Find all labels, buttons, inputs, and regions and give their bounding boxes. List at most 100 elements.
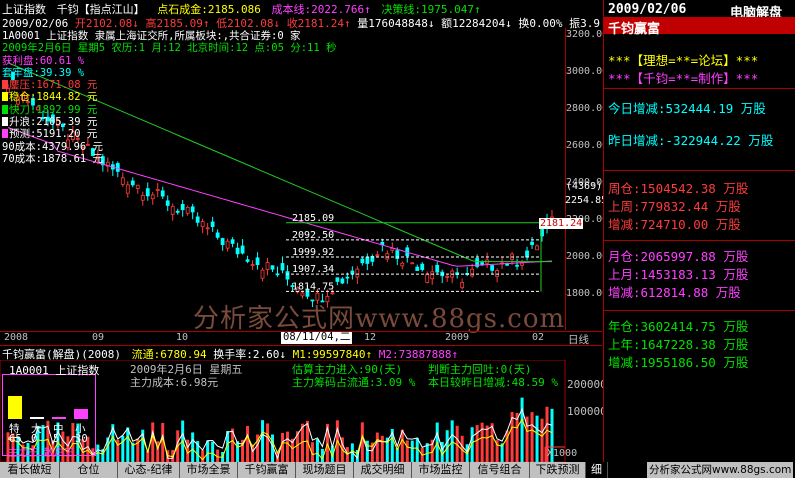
tab-9[interactable]: 下跌预测: [530, 462, 586, 478]
year-row-0: 年仓:3602414.75 万股: [608, 318, 748, 336]
info-item-1: 稳仓:1844.82 元: [2, 91, 337, 103]
mini-bar: [74, 408, 88, 419]
candle-body: [415, 266, 420, 271]
week-value: 1504542.38 万股: [640, 181, 749, 196]
price-tick: 3000.00: [566, 66, 609, 77]
info-item-value: 1878.61 元: [41, 152, 104, 165]
volume-bar: [405, 440, 409, 462]
panel-title-bar: 千钧赢富: [604, 17, 795, 37]
candle-body: [495, 270, 500, 277]
volume-bar: [380, 435, 384, 462]
trapped-value: 39.39 %: [39, 66, 85, 79]
tab-2[interactable]: 心态-纪律: [118, 462, 180, 478]
candle-body: [180, 204, 185, 211]
legend-swatch: [2, 92, 8, 102]
tab-8[interactable]: 信号组合: [470, 462, 530, 478]
info-item-label: 90成本:: [2, 140, 42, 153]
candle-body: [220, 238, 225, 246]
volume-bar: [121, 435, 125, 462]
price-tick-mark: [566, 35, 569, 36]
today-change-value: 532444.19 万股: [665, 101, 766, 116]
volume-bar: [540, 418, 544, 462]
info-item-label: 70成本:: [2, 152, 42, 165]
volume-bar: [246, 425, 250, 462]
tab-1[interactable]: 仓位: [60, 462, 118, 478]
candle-body: [210, 221, 215, 227]
info-item-label: 预测:: [9, 128, 37, 141]
volume-bar: [126, 427, 130, 462]
info-line-2: 2009年2月6日 星期5 农历:1 月:12 北京时间:12 点:05 分:1…: [2, 42, 337, 55]
candle-body: [340, 278, 345, 284]
week-label: 周仓:: [608, 181, 641, 196]
volume-bar: [450, 420, 454, 462]
tab-5[interactable]: 现场题目: [296, 462, 354, 478]
tab-7[interactable]: 市场监控: [412, 462, 470, 478]
candle-body: [425, 273, 430, 283]
profit-row: 获利盘:60.61 %: [2, 55, 337, 67]
panel-date: 2009/02/06: [608, 2, 687, 17]
slogan-1-text: ***【理想=**=论坛】***: [608, 53, 759, 68]
watermark: 分析家公式网www.88gs.com: [193, 304, 566, 334]
candle-body: [430, 271, 435, 280]
price-axis: 3200.00 3000.00 2800.00 2600.00 2400.00 2200.…: [539, 28, 608, 330]
candle-body: [165, 200, 170, 206]
price-tick: 2800.00: [566, 103, 609, 114]
trapped-label: 套牢盘:: [2, 66, 40, 79]
volume-bar: [261, 420, 265, 462]
time-tick: 2008: [4, 332, 29, 343]
candle-body: [385, 253, 390, 260]
candle-body: [200, 221, 205, 228]
legend-swatch: [2, 117, 8, 127]
sub-tick-2: 100000: [567, 405, 607, 418]
slogan-2: ***【千钧=**=制作】***: [608, 71, 759, 86]
panel-divider-3: [604, 240, 795, 241]
candle-body: [530, 241, 534, 245]
info-item-value: 1844.82 元: [36, 91, 98, 104]
volume-bar: [520, 397, 524, 462]
candle-body: [410, 262, 415, 265]
info-item-label: 快刀:: [9, 103, 37, 116]
time-axis-label: 日线: [568, 334, 589, 346]
sub-increase: 本日较昨日增减:48.59 %: [428, 376, 558, 389]
info-line-1: 1A0001 上证指数 隶属上海证交所,所属板块:,共合证券:0 家: [2, 30, 301, 42]
week-value: 724710.00 万股: [640, 217, 741, 232]
month-value: 2065997.88 万股: [640, 249, 749, 264]
price-tick-mark: [566, 146, 569, 148]
candle-body: [140, 195, 145, 201]
week-value: 779832.44 万股: [640, 199, 741, 214]
year-value: 1955186.50 万股: [640, 355, 749, 370]
info-item-label: 升浪:: [9, 116, 37, 129]
candle-body: [225, 240, 230, 249]
price-tick-mark: [566, 72, 569, 73]
time-tick: 09: [92, 332, 105, 343]
tab-3[interactable]: 市场全景: [180, 462, 238, 478]
candle-body: [345, 276, 350, 279]
info-item-6: 70成本:1878.61 元: [2, 153, 337, 165]
candle-body: [360, 258, 365, 264]
info-item-value: 5191.20 元: [36, 128, 98, 141]
tab-6[interactable]: 成交明细: [354, 462, 412, 478]
mini-bar: [8, 396, 22, 419]
profit-label: 获利盘:: [2, 54, 40, 67]
candle-body: [270, 265, 275, 270]
candle-body: [255, 257, 260, 265]
year-label: 增减:: [608, 355, 641, 370]
candle-body: [300, 292, 305, 297]
year-label: 上年:: [608, 337, 641, 352]
candle-body: [230, 239, 235, 244]
candle-body: [520, 262, 524, 266]
current-price: 2254.85: [565, 195, 608, 206]
panel-app-title: 千钧赢富: [608, 22, 661, 37]
candle-body: [260, 269, 265, 279]
candle-body: [330, 292, 335, 295]
candle-body: [355, 268, 360, 278]
tab-4[interactable]: 千钧赢富: [238, 462, 296, 478]
week-label: 上周:: [608, 199, 641, 214]
week-row-2: 增减:724710.00 万股: [608, 216, 748, 234]
candle-body: [125, 184, 130, 194]
tab-10[interactable]: 细: [586, 462, 608, 478]
month-label: 上月:: [608, 267, 641, 282]
month-value: 1453183.13 万股: [640, 267, 749, 282]
tab-0[interactable]: 看长做短: [0, 462, 60, 478]
year-group: 年仓:3602414.75 万股 上年:1647228.38 万股 增减:19551…: [608, 318, 748, 372]
